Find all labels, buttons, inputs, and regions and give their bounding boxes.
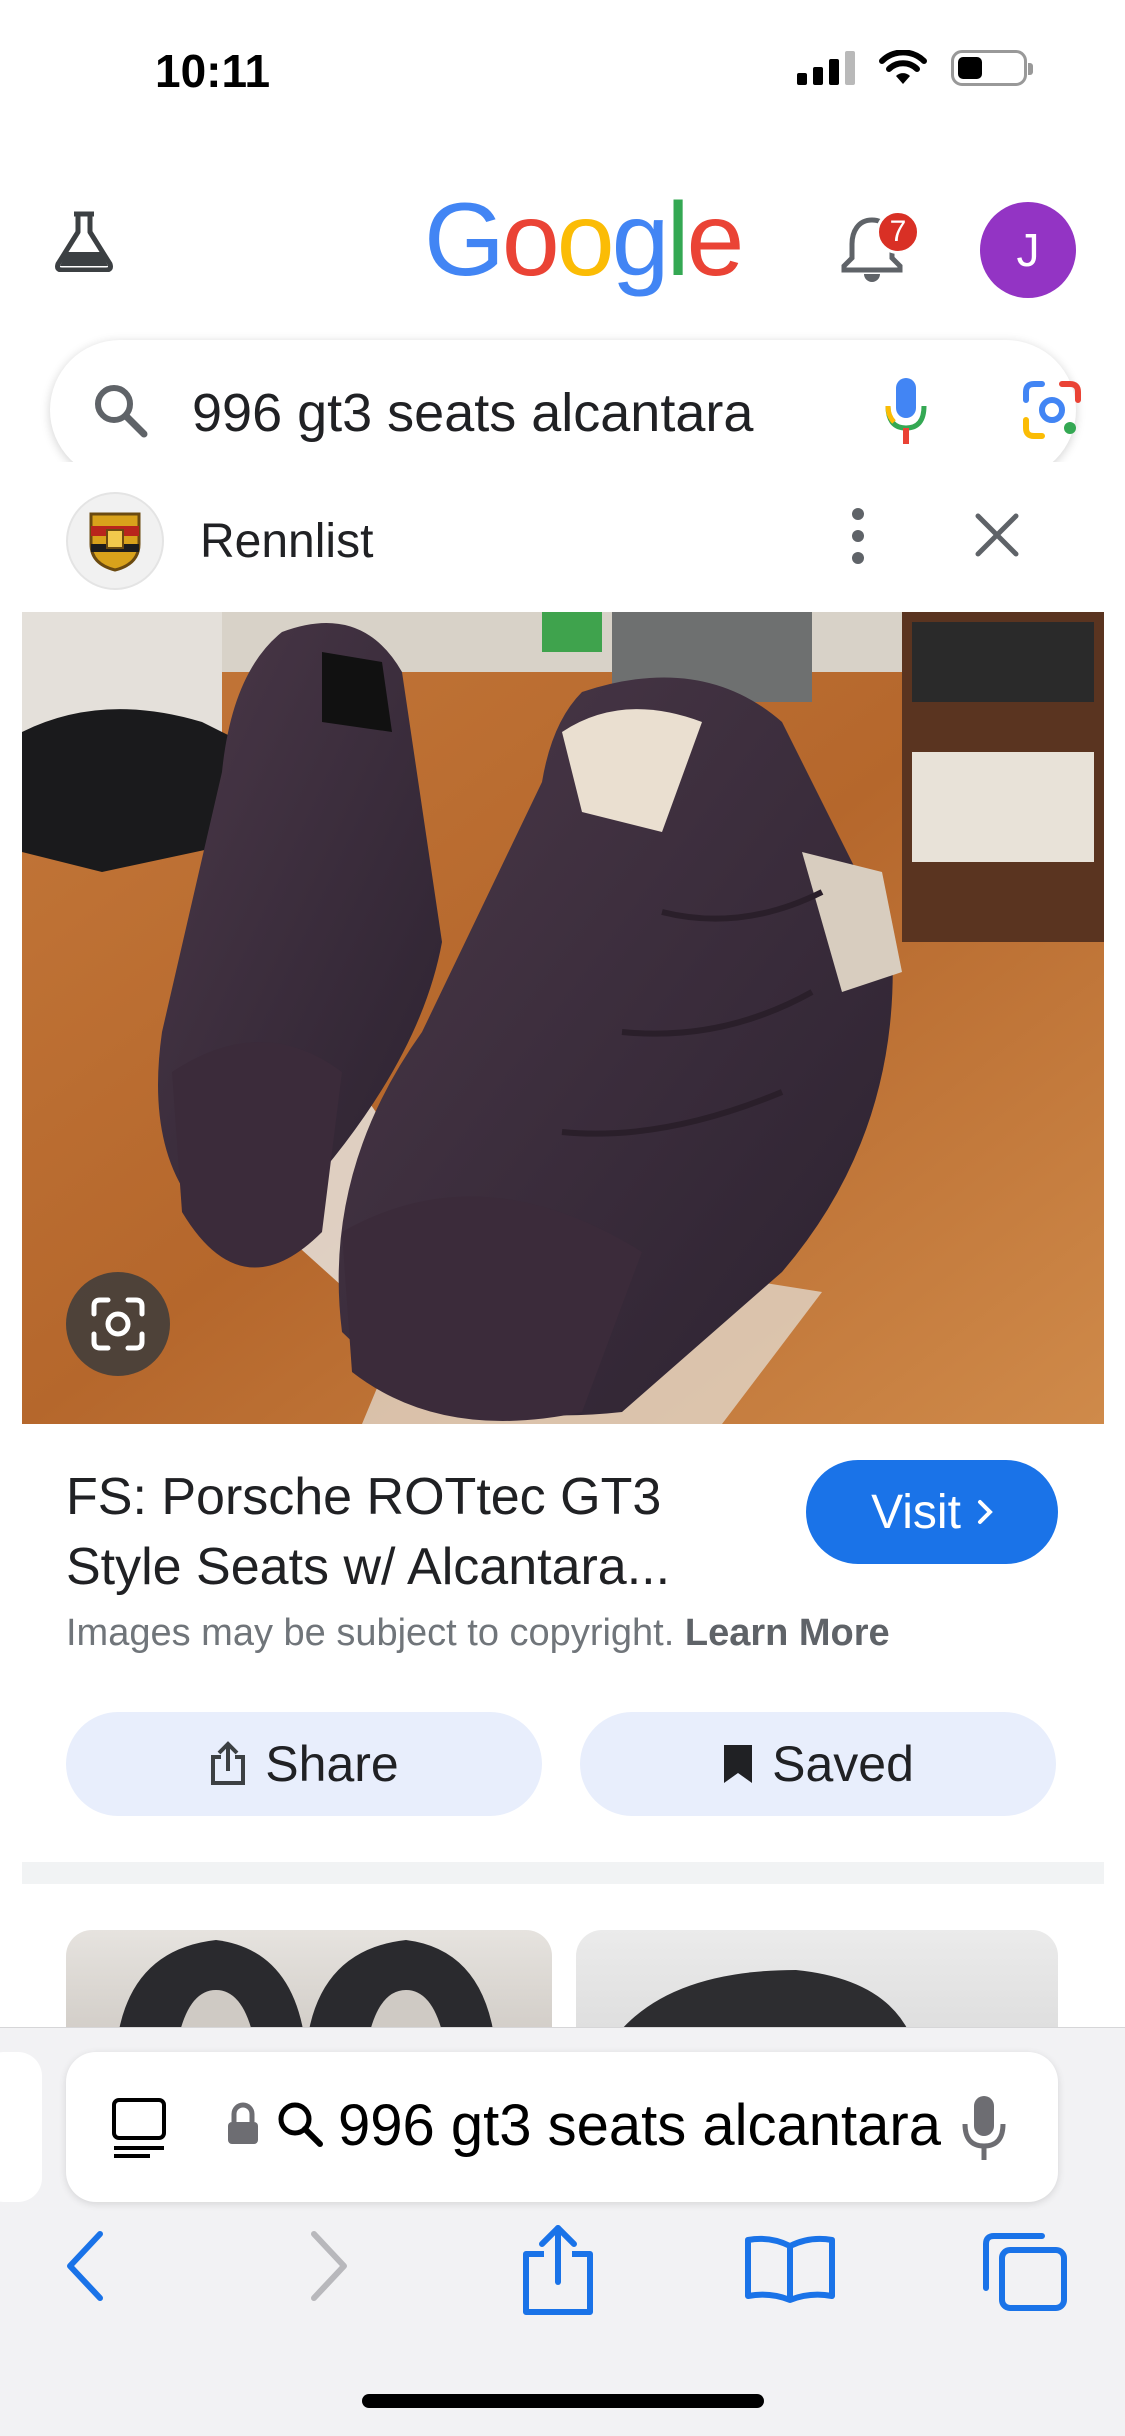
bookmarks-icon[interactable]	[744, 2234, 836, 2304]
chevron-right-icon	[977, 1500, 993, 1524]
result-title[interactable]: FS: Porsche ROTtec GT3 Style Seats w/ Al…	[66, 1462, 766, 1602]
tabs-icon[interactable]	[982, 2232, 1068, 2312]
status-time: 10:11	[155, 45, 271, 97]
notification-badge: 7	[876, 210, 920, 254]
url-field[interactable]: 996 gt3 seats alcantara	[338, 2092, 998, 2159]
learn-more-link[interactable]: Learn More	[685, 1612, 890, 1654]
share-icon[interactable]	[520, 2222, 596, 2318]
search-icon	[95, 385, 148, 438]
share-icon	[211, 1741, 246, 1785]
logo-letter: G	[424, 182, 505, 298]
visit-label: Visit	[871, 1485, 961, 1539]
bookmark-icon	[724, 1745, 753, 1783]
reader-mode-icon[interactable]	[110, 2096, 168, 2160]
saved-label: Saved	[772, 1736, 914, 1792]
mic-icon[interactable]	[882, 376, 930, 448]
section-divider	[22, 1862, 1104, 1884]
site-favicon[interactable]	[66, 492, 164, 590]
source-bar: Rennlist	[0, 462, 1125, 612]
battery-icon	[951, 50, 1033, 86]
home-indicator[interactable]	[362, 2394, 764, 2408]
search-input[interactable]: 996 gt3 seats alcantara	[192, 382, 842, 444]
crest-icon	[89, 512, 141, 572]
logo-letter: l	[666, 182, 689, 298]
visit-button[interactable]: Visit	[806, 1460, 1058, 1564]
mic-icon[interactable]	[960, 2094, 1008, 2164]
logo-letter: o	[501, 182, 560, 298]
copyright-notice: Images may be subject to copyright. Lear…	[66, 1612, 890, 1655]
seats-photo	[22, 612, 1104, 1424]
logo-letter: e	[686, 182, 745, 298]
status-icons	[797, 50, 1033, 86]
logo-letter: g	[611, 182, 670, 298]
search-bar[interactable]: 996 gt3 seats alcantara	[50, 340, 1081, 480]
lens-icon	[91, 1297, 145, 1351]
back-icon[interactable]	[60, 2228, 110, 2304]
google-logo[interactable]: Google	[424, 188, 744, 292]
cellular-signal-icon	[797, 51, 855, 85]
image-result-panel: Rennlist FS: Porsche ROTtec GT3 Style Se…	[0, 462, 1125, 2050]
more-vert-icon[interactable]	[850, 506, 866, 566]
search-icon	[278, 2102, 323, 2147]
address-bar[interactable]: 996 gt3 seats alcantara	[66, 2052, 1058, 2202]
lens-icon[interactable]	[1022, 380, 1082, 440]
share-button[interactable]: Share	[66, 1712, 542, 1816]
flask-icon[interactable]	[52, 208, 116, 272]
logo-letter: o	[556, 182, 615, 298]
copyright-text: Images may be subject to copyright.	[66, 1612, 675, 1654]
wifi-icon	[879, 50, 927, 84]
forward-icon[interactable]	[304, 2228, 354, 2304]
avatar[interactable]: J	[980, 202, 1076, 298]
share-label: Share	[265, 1736, 399, 1792]
adjacent-tab-peek[interactable]	[0, 2052, 42, 2202]
close-icon[interactable]	[974, 512, 1020, 558]
saved-button[interactable]: Saved	[580, 1712, 1056, 1816]
result-image[interactable]	[22, 612, 1104, 1424]
lens-search-button[interactable]	[66, 1272, 170, 1376]
source-name[interactable]: Rennlist	[200, 514, 373, 569]
lock-icon	[228, 2102, 258, 2144]
